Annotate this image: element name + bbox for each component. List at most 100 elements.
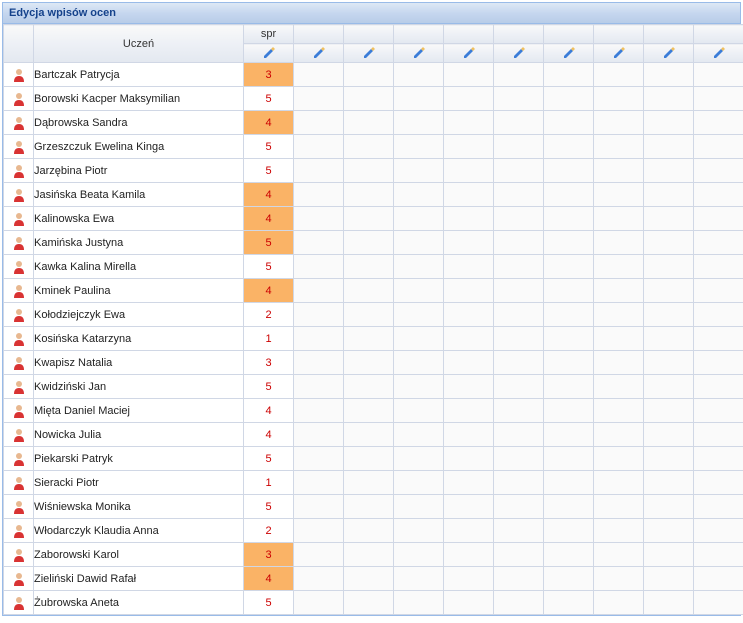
grade-cell-empty[interactable]	[644, 255, 694, 279]
grade-cell-empty[interactable]	[444, 519, 494, 543]
grade-cell[interactable]: 3	[244, 351, 294, 375]
grade-cell-empty[interactable]	[694, 519, 743, 543]
edit-column-0[interactable]	[244, 44, 294, 63]
grade-cell-empty[interactable]	[694, 255, 743, 279]
grade-cell-empty[interactable]	[494, 471, 544, 495]
grade-cell-empty[interactable]	[694, 375, 743, 399]
grade-cell-empty[interactable]	[544, 327, 594, 351]
grade-cell-empty[interactable]	[594, 519, 644, 543]
grade-cell-empty[interactable]	[694, 207, 743, 231]
grade-cell-empty[interactable]	[444, 87, 494, 111]
grade-cell-empty[interactable]	[644, 159, 694, 183]
grade-cell-empty[interactable]	[644, 519, 694, 543]
grade-cell-empty[interactable]	[294, 375, 344, 399]
grade-cell-empty[interactable]	[644, 327, 694, 351]
grade-cell-empty[interactable]	[644, 423, 694, 447]
grade-cell-empty[interactable]	[644, 231, 694, 255]
grade-cell-empty[interactable]	[294, 591, 344, 615]
grade-cell-empty[interactable]	[594, 423, 644, 447]
grade-cell-empty[interactable]	[444, 231, 494, 255]
header-grade-col-5[interactable]	[494, 25, 544, 44]
table-row[interactable]: Kminek Paulina4	[4, 279, 743, 303]
grade-cell-empty[interactable]	[394, 423, 444, 447]
grade-cell-empty[interactable]	[594, 111, 644, 135]
grade-cell-empty[interactable]	[444, 63, 494, 87]
table-row[interactable]: Żubrowska Aneta5	[4, 591, 743, 615]
grade-cell-empty[interactable]	[394, 543, 444, 567]
grade-cell-empty[interactable]	[694, 87, 743, 111]
grade-cell-empty[interactable]	[544, 255, 594, 279]
grade-cell-empty[interactable]	[544, 375, 594, 399]
grade-cell-empty[interactable]	[344, 375, 394, 399]
grade-cell-empty[interactable]	[694, 327, 743, 351]
grade-cell-empty[interactable]	[294, 231, 344, 255]
edit-column-7[interactable]	[594, 44, 644, 63]
grade-cell-empty[interactable]	[694, 591, 743, 615]
grade-cell-empty[interactable]	[594, 135, 644, 159]
header-grade-col-0[interactable]: spr	[244, 25, 294, 44]
grade-cell-empty[interactable]	[494, 375, 544, 399]
edit-column-4[interactable]	[444, 44, 494, 63]
grade-cell-empty[interactable]	[494, 135, 544, 159]
grade-cell-empty[interactable]	[694, 63, 743, 87]
grade-cell-empty[interactable]	[344, 543, 394, 567]
grade-cell-empty[interactable]	[594, 255, 644, 279]
grade-cell-empty[interactable]	[544, 207, 594, 231]
grade-cell-empty[interactable]	[694, 279, 743, 303]
grade-cell-empty[interactable]	[294, 447, 344, 471]
grade-cell-empty[interactable]	[394, 135, 444, 159]
edit-column-6[interactable]	[544, 44, 594, 63]
table-row[interactable]: Wiśniewska Monika5	[4, 495, 743, 519]
grade-cell-empty[interactable]	[544, 183, 594, 207]
grade-cell-empty[interactable]	[494, 327, 544, 351]
grade-cell-empty[interactable]	[644, 447, 694, 471]
grade-cell-empty[interactable]	[544, 159, 594, 183]
grade-cell-empty[interactable]	[444, 111, 494, 135]
grade-cell-empty[interactable]	[394, 159, 444, 183]
grade-cell[interactable]: 3	[244, 543, 294, 567]
grade-cell-empty[interactable]	[344, 447, 394, 471]
grade-cell-empty[interactable]	[594, 399, 644, 423]
grade-cell-empty[interactable]	[544, 87, 594, 111]
table-row[interactable]: Bartczak Patrycja3	[4, 63, 743, 87]
grade-cell-empty[interactable]	[494, 63, 544, 87]
grade-cell-empty[interactable]	[594, 591, 644, 615]
grade-cell-empty[interactable]	[294, 399, 344, 423]
grade-cell-empty[interactable]	[394, 399, 444, 423]
grade-cell-empty[interactable]	[544, 135, 594, 159]
grade-cell-empty[interactable]	[444, 255, 494, 279]
grade-cell[interactable]: 5	[244, 231, 294, 255]
grade-cell-empty[interactable]	[544, 63, 594, 87]
grade-cell-empty[interactable]	[494, 87, 544, 111]
grade-cell[interactable]: 5	[244, 159, 294, 183]
grade-cell[interactable]: 4	[244, 399, 294, 423]
table-row[interactable]: Kalinowska Ewa4	[4, 207, 743, 231]
grade-cell-empty[interactable]	[644, 183, 694, 207]
table-row[interactable]: Jasińska Beata Kamila4	[4, 183, 743, 207]
grade-cell-empty[interactable]	[494, 255, 544, 279]
grade-cell-empty[interactable]	[594, 543, 644, 567]
grade-cell-empty[interactable]	[344, 159, 394, 183]
grade-cell[interactable]: 5	[244, 87, 294, 111]
grade-cell-empty[interactable]	[444, 447, 494, 471]
edit-column-1[interactable]	[294, 44, 344, 63]
grade-cell[interactable]: 5	[244, 135, 294, 159]
header-grade-col-9[interactable]	[694, 25, 743, 44]
grade-cell-empty[interactable]	[394, 111, 444, 135]
edit-column-2[interactable]	[344, 44, 394, 63]
grade-cell-empty[interactable]	[594, 495, 644, 519]
grade-cell-empty[interactable]	[294, 183, 344, 207]
grade-cell[interactable]: 4	[244, 183, 294, 207]
header-grade-col-7[interactable]	[594, 25, 644, 44]
grade-cell-empty[interactable]	[344, 567, 394, 591]
grade-cell-empty[interactable]	[294, 423, 344, 447]
grade-cell-empty[interactable]	[694, 399, 743, 423]
grade-cell-empty[interactable]	[294, 471, 344, 495]
grade-cell-empty[interactable]	[594, 183, 644, 207]
grade-cell-empty[interactable]	[594, 87, 644, 111]
grade-cell-empty[interactable]	[594, 303, 644, 327]
grade-cell-empty[interactable]	[344, 519, 394, 543]
grade-cell-empty[interactable]	[394, 255, 444, 279]
grade-cell-empty[interactable]	[644, 351, 694, 375]
grade-cell-empty[interactable]	[494, 279, 544, 303]
